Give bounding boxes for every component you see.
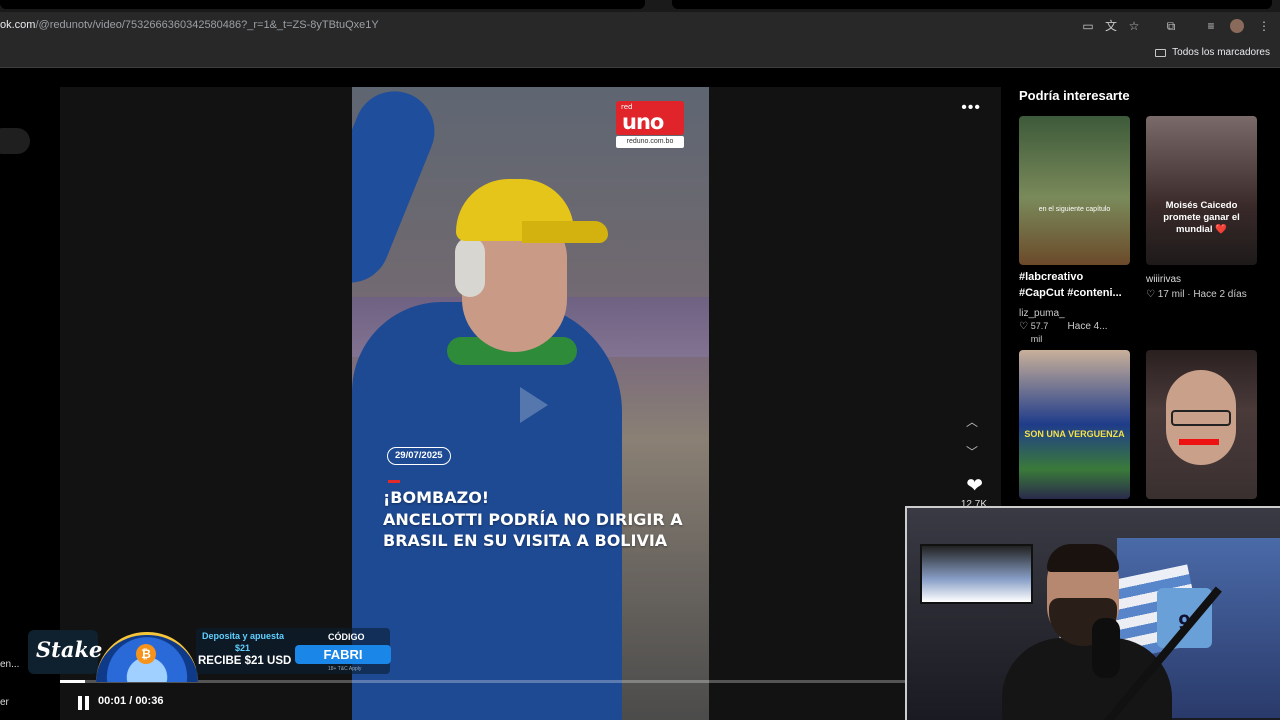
promo-terms: 18+ T&C Apply	[328, 666, 362, 672]
thumb-glasses	[1171, 410, 1231, 426]
promo-code: FABRI	[295, 645, 391, 664]
promo-deposit-text: Deposita y apuesta	[202, 631, 285, 641]
webcam-overlay: 9	[905, 506, 1280, 720]
recommended-video-thumb[interactable]: SON UNA VERGUENZA	[1019, 350, 1130, 499]
heart-icon: ♡	[1019, 321, 1028, 332]
play-icon	[520, 387, 548, 423]
more-options-icon[interactable]: •••	[961, 99, 981, 117]
media-icon[interactable]: ≡	[1203, 18, 1219, 34]
logo-big-text: uno	[622, 110, 664, 134]
recommended-age: Hace 2 días	[1193, 289, 1247, 300]
recommended-age: Hace 4...	[1067, 321, 1108, 332]
promo-code-label: CÓDIGO	[328, 632, 365, 642]
raised-arm	[352, 87, 447, 295]
video-headline: ¡BOMBAZO! ANCELOTTI PODRÍA NO DIRIGIR A …	[383, 488, 683, 550]
video-player[interactable]: red uno reduno.com.bo 29/07/2025 ¡BOMBAZ…	[60, 87, 1001, 720]
left-text-fragment: en...	[0, 659, 20, 670]
channel-logo: red uno reduno.com.bo	[616, 101, 684, 149]
bookmarks-bar: Todos los marcadores	[0, 41, 1280, 68]
progress-fill	[60, 680, 86, 683]
menu-icon[interactable]: ⋮	[1256, 18, 1272, 34]
red-dash	[388, 480, 400, 483]
url-path: /@redunotv/video/7532666360342580486?_r=…	[35, 19, 379, 31]
profile-avatar[interactable]	[1229, 18, 1245, 34]
left-nav-pill[interactable]	[0, 128, 30, 154]
progress-bar[interactable]	[60, 680, 1001, 683]
tab[interactable]	[672, 0, 1272, 9]
time-current: 00:01	[98, 695, 127, 707]
streamer-hair	[1047, 544, 1119, 572]
video-frame[interactable]: red uno reduno.com.bo 29/07/2025 ¡BOMBAZ…	[352, 87, 709, 720]
heart-icon[interactable]: ❤	[966, 473, 983, 498]
thumb-overlay-text: SON UNA VERGUENZA	[1024, 429, 1125, 439]
microphone	[1092, 618, 1120, 678]
chevron-up-icon[interactable]: ︿	[965, 413, 979, 429]
recommended-video-thumb[interactable]: Moisés Caicedo promete ganar el mundial …	[1146, 116, 1257, 265]
heart-icon: ♡	[1146, 289, 1155, 300]
extensions-icon[interactable]: ⧉	[1163, 18, 1179, 34]
stake-logo: Stake	[36, 637, 103, 662]
star-icon[interactable]: ☆	[1126, 18, 1142, 34]
sidebar-title: Podría interesarte	[1019, 88, 1130, 103]
cast-icon[interactable]: ▭	[1080, 18, 1096, 34]
browser-toolbar: ok.com/@redunotv/video/75326663603425804…	[0, 12, 1280, 41]
promo-deposit-amount: $21	[235, 643, 251, 653]
thumb-overlay-text: Moisés Caicedo promete ganar el mundial …	[1163, 200, 1240, 235]
wall-poster	[920, 544, 1033, 604]
recommended-author[interactable]: liz_puma_	[1019, 307, 1065, 320]
hair	[455, 237, 485, 297]
recommended-meta: ♡ 57.7 mil Hace 4...	[1019, 320, 1108, 346]
promo-banner[interactable]: Stake ₿ Deposita y apuesta $21 RECIBE $2…	[28, 628, 398, 682]
jersey: 9	[1157, 588, 1212, 648]
thumb-overlay-text: en el siguiente capítulo	[1038, 206, 1111, 213]
recommended-title[interactable]: #labcreativo #CapCut #conteni...	[1019, 269, 1131, 301]
chevron-down-icon[interactable]: ﹀	[965, 443, 979, 459]
all-bookmarks-button[interactable]: Todos los marcadores	[1155, 47, 1270, 58]
recommended-author[interactable]: wiiirivas	[1146, 273, 1181, 286]
recommended-likes: 17 mil	[1157, 289, 1185, 300]
time-display: 00:01 / 00:36	[98, 695, 164, 707]
bitcoin-icon: ₿	[136, 644, 156, 664]
address-bar[interactable]: ok.com/@redunotv/video/75326663603425804…	[0, 19, 379, 31]
recommended-meta: ♡ 17 mil · Hace 2 días	[1146, 288, 1247, 301]
pause-icon[interactable]	[78, 696, 90, 710]
recommended-video-thumb[interactable]	[1146, 350, 1257, 499]
date-badge: 29/07/2025	[387, 447, 451, 465]
thumb-red-bar	[1179, 439, 1219, 445]
time-total: 00:36	[135, 695, 164, 707]
folder-icon	[1155, 48, 1167, 57]
cap-brim	[522, 221, 608, 243]
recommended-likes: 57.7 mil	[1030, 321, 1049, 344]
translate-icon[interactable]: 文	[1103, 18, 1119, 34]
all-bookmarks-label: Todos los marcadores	[1172, 47, 1270, 58]
recommended-video-thumb[interactable]: en el siguiente capítulo	[1019, 116, 1130, 265]
promo-receive-text: RECIBE $21 USD	[198, 655, 292, 667]
url-domain: ok.com	[0, 19, 36, 31]
logo-red-box: red uno	[616, 101, 684, 135]
tab-strip	[0, 0, 1280, 12]
logo-url: reduno.com.bo	[616, 136, 684, 148]
left-text-fragment: er	[0, 697, 9, 708]
screen: ok.com/@redunotv/video/75326663603425804…	[0, 0, 1280, 720]
tab[interactable]	[0, 0, 645, 9]
